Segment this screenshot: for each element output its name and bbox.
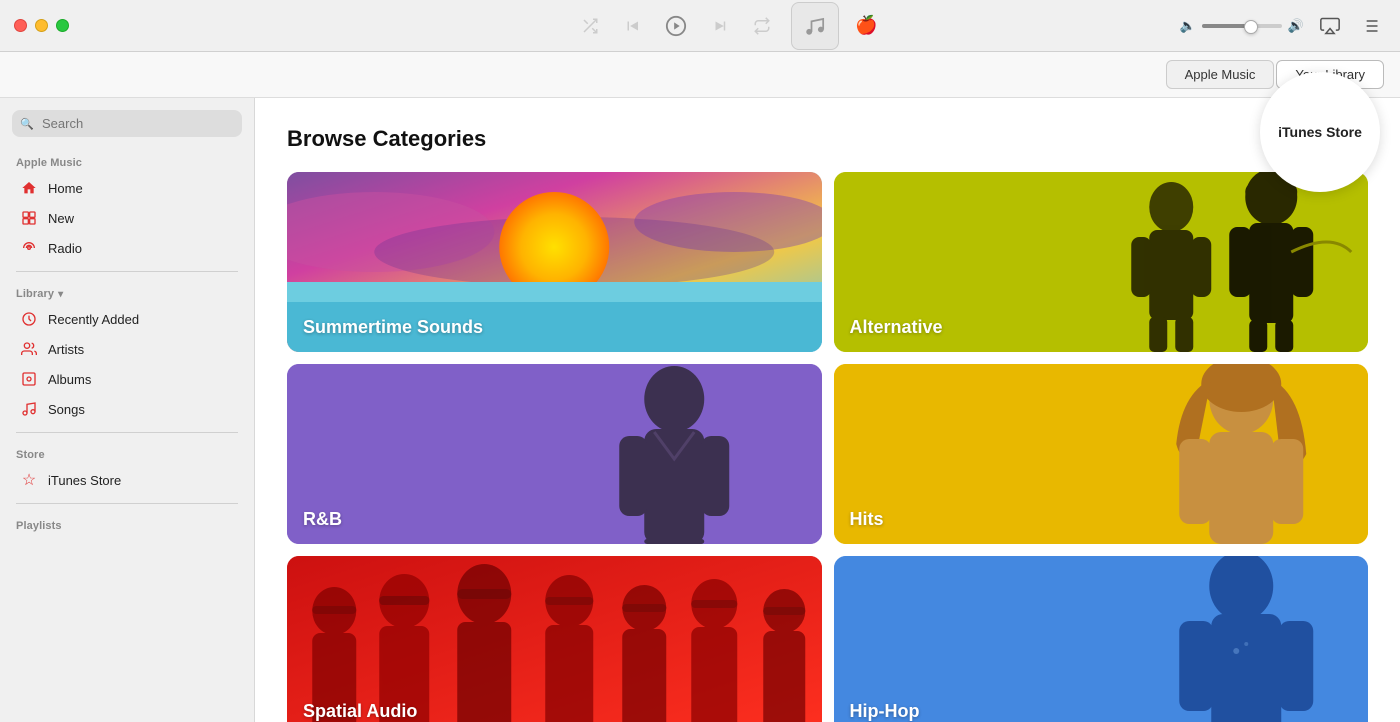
- hits-bg: [834, 364, 1369, 544]
- main-layout: Apple Music Home New Radio: [0, 98, 1400, 722]
- search-wrapper: [12, 110, 242, 137]
- search-input[interactable]: [12, 110, 242, 137]
- sidebar-item-recently-added[interactable]: Recently Added: [4, 304, 250, 334]
- hits-label: Hits: [850, 509, 884, 530]
- home-label: Home: [48, 181, 83, 196]
- search-section: [12, 110, 242, 137]
- sidebar-item-radio[interactable]: Radio: [4, 233, 250, 263]
- volume-low-icon: 🔈: [1180, 18, 1196, 34]
- hiphop-label: Hip-Hop: [850, 701, 920, 722]
- rnb-bg: [287, 364, 822, 544]
- category-card-hiphop[interactable]: Hip-Hop: [834, 556, 1369, 722]
- section-label-store: Store: [0, 441, 254, 465]
- itunes-store-label: iTunes Store: [48, 473, 121, 488]
- volume-slider[interactable]: [1202, 24, 1282, 28]
- volume-high-icon: 🔊: [1288, 18, 1304, 34]
- repeat-button[interactable]: [749, 13, 775, 39]
- radio-icon: [20, 239, 38, 257]
- close-button[interactable]: [14, 19, 27, 32]
- sidebar-item-songs[interactable]: Songs: [4, 394, 250, 424]
- hiphop-bg: [834, 556, 1369, 722]
- new-icon: [20, 209, 38, 227]
- section-label-playlists: Playlists: [0, 512, 254, 536]
- category-card-rnb[interactable]: R&B: [287, 364, 822, 544]
- spatial-label: Spatial Audio: [303, 701, 417, 722]
- artists-icon: [20, 340, 38, 358]
- summertime-label: Summertime Sounds: [303, 317, 483, 338]
- divider-2: [16, 432, 238, 433]
- spatial-bg: [287, 556, 822, 722]
- shuffle-button[interactable]: [577, 13, 603, 39]
- content-area: Browse Categories: [255, 98, 1400, 722]
- play-button[interactable]: [661, 11, 691, 41]
- albums-label: Albums: [48, 372, 91, 387]
- tab-apple-music[interactable]: Apple Music: [1166, 60, 1275, 89]
- maximize-button[interactable]: [56, 19, 69, 32]
- rnb-label: R&B: [303, 509, 342, 530]
- library-label: Library: [16, 288, 54, 300]
- itunes-store-icon: ☆: [20, 471, 38, 489]
- songs-label: Songs: [48, 402, 85, 417]
- volume-control[interactable]: 🔈 🔊: [1180, 18, 1304, 34]
- artists-label: Artists: [48, 342, 84, 357]
- tab-itunes-store[interactable]: iTunes Store: [1260, 72, 1380, 192]
- new-label: New: [48, 211, 74, 226]
- apple-icon: 🍎: [855, 15, 877, 36]
- recently-added-label: Recently Added: [48, 312, 139, 327]
- section-label-apple-music: Apple Music: [0, 149, 254, 173]
- albums-icon: [20, 370, 38, 388]
- titlebar: 🍎 🔈 🔊: [0, 0, 1400, 52]
- categories-grid: Summertime Sounds: [287, 172, 1368, 722]
- radio-label: Radio: [48, 241, 82, 256]
- minimize-button[interactable]: [35, 19, 48, 32]
- category-card-alternative[interactable]: Alternative: [834, 172, 1369, 352]
- titlebar-left: [0, 19, 255, 32]
- recently-added-icon: [20, 310, 38, 328]
- forward-button[interactable]: [707, 13, 733, 39]
- category-card-spatial[interactable]: Spatial Audio: [287, 556, 822, 722]
- sidebar-item-albums[interactable]: Albums: [4, 364, 250, 394]
- divider-1: [16, 271, 238, 272]
- playback-controls: 🍎: [255, 2, 1180, 50]
- category-card-hits[interactable]: Hits: [834, 364, 1369, 544]
- page-title: Browse Categories: [287, 126, 1368, 152]
- section-label-library[interactable]: Library ▾: [0, 280, 254, 304]
- category-card-summertime[interactable]: Summertime Sounds: [287, 172, 822, 352]
- queue-button[interactable]: [1356, 12, 1384, 40]
- sidebar-item-new[interactable]: New: [4, 203, 250, 233]
- back-button[interactable]: [619, 13, 645, 39]
- sidebar-item-itunes-store[interactable]: ☆ iTunes Store: [4, 465, 250, 495]
- songs-icon: [20, 400, 38, 418]
- airplay-button[interactable]: [1316, 12, 1344, 40]
- tabbar-wrapper: Apple Music Your Library iTunes Store: [0, 52, 1400, 98]
- titlebar-right: 🔈 🔊: [1180, 12, 1400, 40]
- tabbar: Apple Music Your Library: [0, 52, 1400, 98]
- app-icon: [791, 2, 839, 50]
- sidebar-item-artists[interactable]: Artists: [4, 334, 250, 364]
- home-icon: [20, 179, 38, 197]
- library-chevron-icon: ▾: [58, 289, 63, 300]
- sidebar-item-home[interactable]: Home: [4, 173, 250, 203]
- sidebar: Apple Music Home New Radio: [0, 98, 255, 722]
- divider-3: [16, 503, 238, 504]
- alternative-label: Alternative: [850, 317, 943, 338]
